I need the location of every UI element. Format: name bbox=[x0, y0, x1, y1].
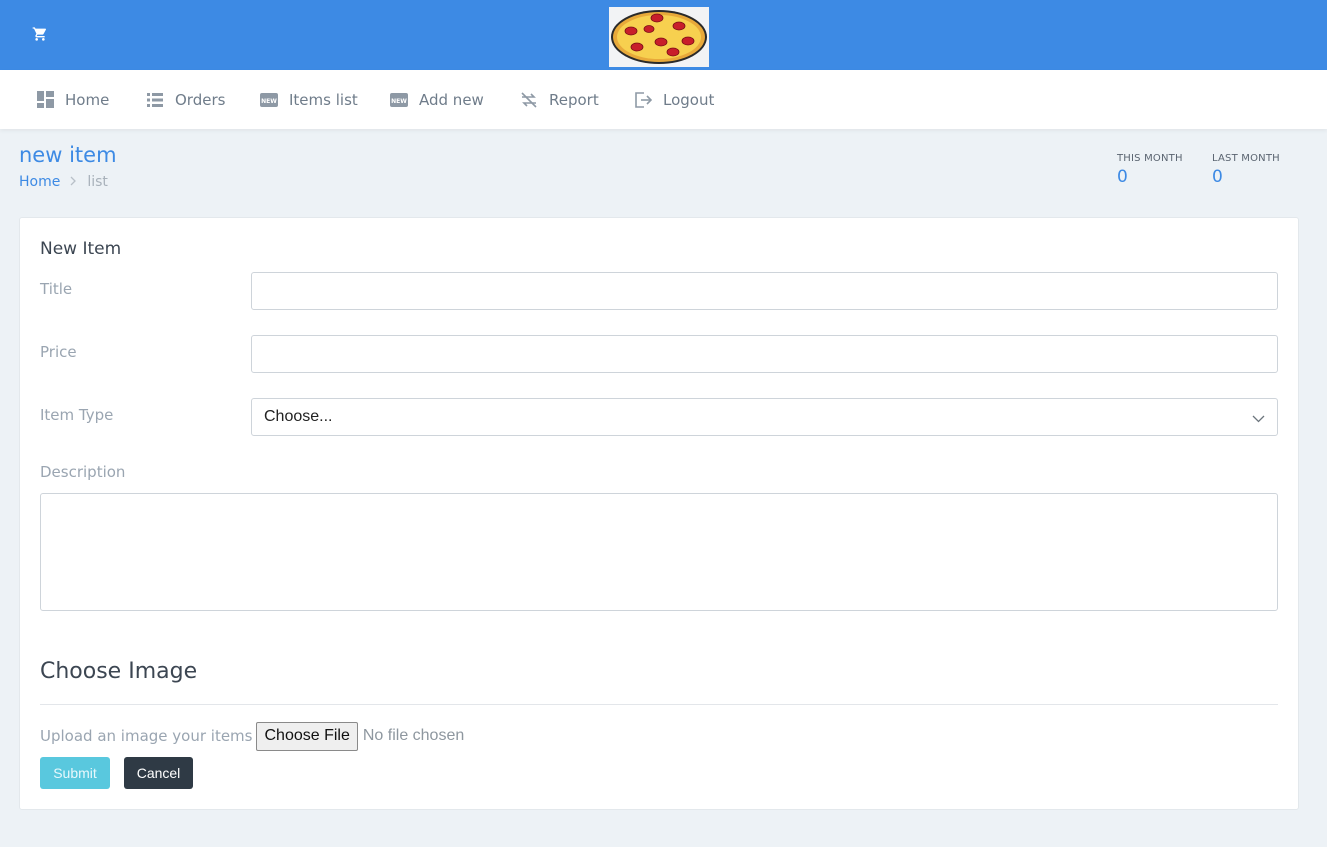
new-badge-icon: NEW bbox=[260, 91, 278, 109]
title-input[interactable] bbox=[251, 272, 1278, 310]
dashboard-icon bbox=[36, 91, 54, 109]
nav-item-home[interactable]: Home bbox=[36, 70, 109, 129]
breadcrumb: Home list bbox=[19, 174, 108, 190]
item-type-label: Item Type bbox=[40, 406, 114, 424]
stat-value: 0 bbox=[1117, 167, 1128, 187]
chevron-right-icon bbox=[70, 175, 77, 189]
svg-text:NEW: NEW bbox=[261, 98, 277, 105]
stat-value: 0 bbox=[1212, 167, 1223, 187]
repeat-icon bbox=[520, 91, 538, 109]
top-header bbox=[0, 0, 1327, 70]
svg-text:NEW: NEW bbox=[391, 98, 407, 105]
stat-label: LAST MONTH bbox=[1212, 153, 1280, 164]
file-status: No file chosen bbox=[362, 727, 465, 744]
item-type-selected: Choose... bbox=[264, 408, 333, 425]
nav-item-logout[interactable]: Logout bbox=[634, 70, 714, 129]
title-label: Title bbox=[40, 280, 73, 298]
nav-item-items-list[interactable]: NEW Items list bbox=[260, 70, 358, 129]
upload-label: Upload an image your items bbox=[40, 727, 253, 745]
divider bbox=[40, 704, 1278, 705]
nav-label: Home bbox=[65, 90, 110, 109]
nav-item-orders[interactable]: Orders bbox=[146, 70, 225, 129]
choose-file-button[interactable]: Choose File bbox=[256, 721, 358, 751]
price-label: Price bbox=[40, 343, 77, 361]
item-type-select[interactable]: Choose... bbox=[251, 398, 1278, 436]
list-icon bbox=[146, 91, 164, 109]
stat-last-month: LAST MONTH 0 bbox=[1212, 153, 1280, 187]
upload-row: Upload an image your items Choose File N… bbox=[40, 721, 464, 751]
description-label: Description bbox=[40, 463, 126, 481]
main-nav: Home Orders NEW Items list NEW Add new R… bbox=[0, 70, 1327, 129]
stat-this-month: THIS MONTH 0 bbox=[1117, 153, 1183, 187]
chevron-down-icon bbox=[1252, 408, 1265, 427]
nav-label: Logout bbox=[663, 90, 715, 109]
cancel-button[interactable]: Cancel bbox=[124, 757, 193, 789]
image-section-title: Choose Image bbox=[40, 659, 198, 684]
submit-button[interactable]: Submit bbox=[40, 757, 110, 789]
stat-label: THIS MONTH bbox=[1117, 153, 1183, 164]
new-item-form-card: New Item Title Price Item Type Choose...… bbox=[19, 217, 1299, 810]
nav-label: Add new bbox=[419, 90, 484, 109]
pizza-logo[interactable] bbox=[609, 7, 709, 67]
logout-icon bbox=[634, 91, 652, 109]
breadcrumb-current: list bbox=[87, 174, 108, 190]
shopping-cart-icon[interactable] bbox=[30, 24, 50, 44]
page-title: new item bbox=[19, 143, 117, 167]
nav-label: Items list bbox=[289, 90, 358, 109]
nav-item-report[interactable]: Report bbox=[520, 70, 599, 129]
price-input[interactable] bbox=[251, 335, 1278, 373]
description-textarea[interactable] bbox=[40, 493, 1278, 611]
nav-label: Orders bbox=[175, 90, 226, 109]
new-badge-icon: NEW bbox=[390, 91, 408, 109]
nav-item-add-new[interactable]: NEW Add new bbox=[390, 70, 484, 129]
breadcrumb-home-link[interactable]: Home bbox=[19, 174, 60, 190]
form-title: New Item bbox=[40, 239, 122, 259]
nav-label: Report bbox=[549, 90, 599, 109]
